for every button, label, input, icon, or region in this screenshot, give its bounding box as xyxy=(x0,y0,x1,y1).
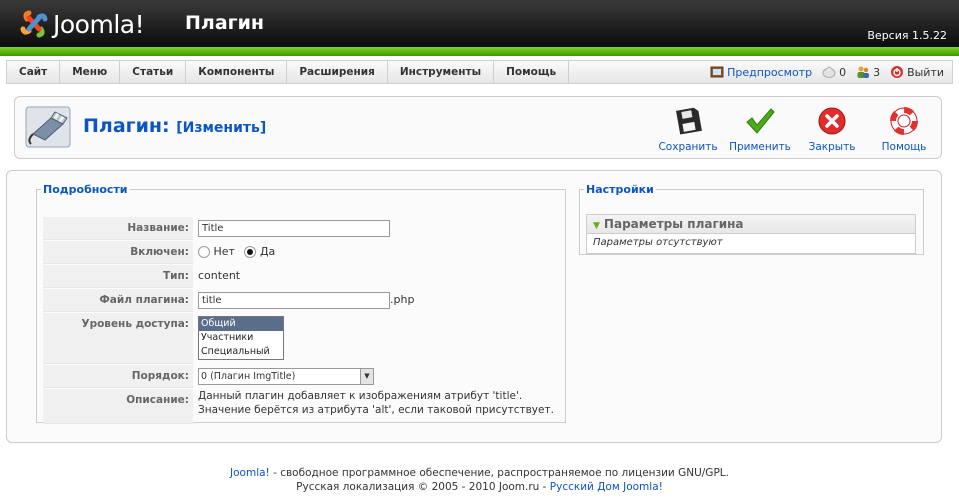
version-label: Версия 1.5.22 xyxy=(867,29,947,42)
access-label: Уровень доступа: xyxy=(43,313,193,364)
description-text: Данный плагин добавляет к изображениям а… xyxy=(198,390,554,416)
preview-link[interactable]: Предпросмотр xyxy=(710,65,812,79)
floppy-disk-icon xyxy=(676,107,702,135)
toolbar-panel: Плагин: [Изменить] Сохранить Применить З… xyxy=(14,96,942,159)
menu-item-menus[interactable]: Меню xyxy=(60,61,121,83)
enabled-yes-label: Да xyxy=(259,245,276,258)
apply-button[interactable]: Применить xyxy=(729,105,791,153)
joomla-logo-icon xyxy=(20,10,48,38)
brand-name: Joomla! xyxy=(53,9,145,39)
access-option[interactable]: Специальный xyxy=(199,345,283,359)
menu-item-tools[interactable]: Инструменты xyxy=(388,61,495,83)
access-row: Уровень доступа: Общий Участники Специал… xyxy=(43,313,559,364)
enabled-no-label: Нет xyxy=(213,245,235,258)
menu-item-content[interactable]: Статьи xyxy=(120,61,187,83)
messages-icon xyxy=(822,66,836,78)
settings-fieldset: Настройки ▼ Параметры плагина Параметры о… xyxy=(579,183,924,255)
menu-item-help[interactable]: Помощь xyxy=(494,61,570,83)
menu-item-site[interactable]: Сайт xyxy=(7,61,61,83)
name-label: Название: xyxy=(43,217,193,240)
type-value: content xyxy=(198,269,241,282)
users-count: 3 xyxy=(873,65,881,79)
messages-status[interactable]: 0 xyxy=(822,65,846,79)
order-select[interactable]: 0 (Плагин ImgTitle) ▼ xyxy=(198,368,374,385)
messages-count: 0 xyxy=(839,65,847,79)
page-title-sub: [Изменить] xyxy=(176,120,267,136)
chevron-down-icon[interactable]: ▼ xyxy=(360,369,373,384)
logout-label: Выйти xyxy=(907,65,944,79)
order-row: Порядок: 0 (Плагин ImgTitle) ▼ xyxy=(43,365,559,388)
details-table: Название: Title Включен: Нет Да Тип: con… xyxy=(43,216,559,425)
help-label: Помощь xyxy=(881,141,927,153)
order-value: 0 (Плагин ImgTitle) xyxy=(201,371,296,382)
enabled-yes-radio[interactable] xyxy=(244,246,257,258)
details-legend: Подробности xyxy=(43,183,128,196)
menu-item-extensions[interactable]: Расширения xyxy=(287,61,388,83)
description-label: Описание: xyxy=(43,389,193,424)
file-ext: .php xyxy=(390,293,415,306)
menu-item-components[interactable]: Компоненты xyxy=(186,61,288,83)
save-button[interactable]: Сохранить xyxy=(657,105,719,153)
page-title: Плагин: [Изменить] xyxy=(83,115,266,137)
joomla-logo: Joomla! xyxy=(20,8,145,40)
action-toolbar: Сохранить Применить Закрыть Помощь xyxy=(647,105,935,153)
enabled-no-radio[interactable] xyxy=(198,246,210,258)
params-panel-header[interactable]: ▼ Параметры плагина xyxy=(586,214,916,234)
save-label: Сохранить xyxy=(658,141,718,153)
footer-line-2: Русская локализация © 2005 - 2010 Joom.r… xyxy=(0,480,959,494)
logout-icon xyxy=(891,66,904,78)
name-input[interactable]: Title xyxy=(198,220,390,237)
access-listbox[interactable]: Общий Участники Специальный xyxy=(198,316,284,360)
localization-text: Русская локализация © 2005 - 2010 Joom.r… xyxy=(296,481,550,493)
enabled-row: Включен: Нет Да xyxy=(43,241,559,264)
access-option[interactable]: Участники xyxy=(199,331,283,345)
users-icon xyxy=(857,66,870,78)
header-page-title: Плагин xyxy=(185,12,265,34)
details-fieldset: Подробности Название: Title Включен: Нет… xyxy=(36,183,566,425)
footer-line-1: Joomla! - свободное программное обеспече… xyxy=(0,466,959,480)
green-divider xyxy=(0,47,959,56)
access-option[interactable]: Общий xyxy=(199,317,283,331)
menu-bar: Сайт Меню Статьи Компоненты Расширения И… xyxy=(6,60,953,84)
params-panel-body: Параметры отсутствуют xyxy=(586,234,916,254)
green-check-icon xyxy=(746,108,775,134)
top-header: Joomla! Плагин Версия 1.5.22 xyxy=(0,0,959,47)
enabled-label: Включен: xyxy=(43,241,193,264)
lifebuoy-icon xyxy=(890,107,918,135)
type-row: Тип: content xyxy=(43,265,559,288)
file-row: Файл плагина: title .php xyxy=(43,289,559,312)
file-input[interactable]: title xyxy=(198,292,390,309)
params-panel-title: Параметры плагина xyxy=(603,217,744,231)
logout-link[interactable]: Выйти xyxy=(890,65,944,79)
preview-label: Предпросмотр xyxy=(727,65,813,79)
description-row: Описание: Данный плагин добавляет к изоб… xyxy=(43,389,559,424)
joomla-link[interactable]: Joomla! xyxy=(230,467,270,479)
order-label: Порядок: xyxy=(43,365,193,388)
users-status[interactable]: 3 xyxy=(856,65,880,79)
russian-joomla-link[interactable]: Русский Дом Joomla! xyxy=(550,481,663,493)
name-row: Название: Title xyxy=(43,217,559,240)
preview-icon xyxy=(710,66,724,78)
settings-legend: Настройки xyxy=(586,183,654,196)
license-text: - свободное программное обеспечение, рас… xyxy=(269,467,729,479)
status-bar: Предпросмотр 0 3 Выйти xyxy=(700,61,944,83)
red-close-icon xyxy=(818,107,846,135)
main-menu: Сайт Меню Статьи Компоненты Расширения И… xyxy=(7,61,570,83)
help-button[interactable]: Помощь xyxy=(873,105,935,153)
file-label: Файл плагина: xyxy=(43,289,193,312)
apply-label: Применить xyxy=(729,141,791,153)
triangle-down-icon: ▼ xyxy=(593,221,600,231)
main-content: Подробности Название: Title Включен: Нет… xyxy=(6,170,942,443)
page-title-main: Плагин: xyxy=(83,115,170,137)
type-label: Тип: xyxy=(43,265,193,288)
plugin-icon xyxy=(25,106,71,148)
close-button[interactable]: Закрыть xyxy=(801,105,863,153)
footer: Joomla! - свободное программное обеспече… xyxy=(0,466,959,494)
close-label: Закрыть xyxy=(808,141,856,153)
